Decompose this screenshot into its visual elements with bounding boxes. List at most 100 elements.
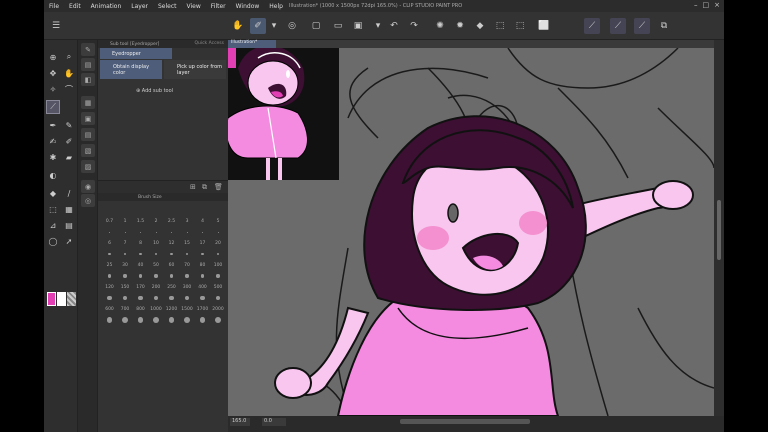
fill-icon[interactable]: ◆	[472, 18, 488, 34]
subtool-item-eyedropper[interactable]: Eyedropper	[100, 48, 172, 59]
copy-icon[interactable]: ⧉	[202, 183, 207, 192]
external-link-icon[interactable]: ⧉	[656, 18, 672, 34]
zoom-icon[interactable]: ⊕	[46, 50, 60, 64]
brush-size-preset[interactable]	[107, 295, 112, 301]
brush-size-preset[interactable]	[107, 274, 112, 278]
transparent-color-swatch[interactable]	[67, 292, 76, 306]
navigator-preview[interactable]	[228, 48, 339, 180]
brush-size-preset[interactable]	[169, 274, 174, 278]
brush-size-preset[interactable]	[185, 274, 189, 278]
tab-icon-6[interactable]: ▤	[81, 128, 95, 141]
pick-from-layer-option[interactable]: Pick up color from layer	[164, 60, 226, 79]
menu-layer[interactable]: Layer	[126, 3, 153, 10]
brush-size-preset[interactable]	[184, 295, 190, 301]
magic-wand-icon[interactable]: ✧	[46, 82, 60, 96]
crop-icon[interactable]: ⬜	[536, 18, 552, 34]
brush-size-preset[interactable]	[217, 231, 219, 233]
obtain-display-color-option[interactable]: Obtain display color	[100, 60, 162, 79]
brush-size-preset[interactable]	[168, 317, 175, 323]
brush-size-preset[interactable]	[153, 317, 159, 323]
menu-edit[interactable]: Edit	[64, 3, 86, 10]
save-icon[interactable]: ▣	[350, 18, 366, 34]
brush-size-preset[interactable]	[171, 231, 172, 233]
brush-size-preset[interactable]	[123, 274, 127, 278]
brush-size-preset[interactable]	[200, 274, 205, 278]
tab-icon-10[interactable]: ◎	[81, 194, 95, 207]
menu-animation[interactable]: Animation	[86, 3, 127, 10]
pen-icon[interactable]: ✒	[46, 118, 60, 132]
figure-icon[interactable]: ⬚	[46, 202, 60, 216]
brush-size-preset[interactable]	[108, 252, 111, 256]
brush-size-preset[interactable]	[215, 295, 221, 301]
hand-icon[interactable]: ✋	[230, 18, 246, 34]
mask-icon[interactable]: ◎	[284, 18, 300, 34]
brush-size-preset[interactable]	[186, 231, 188, 233]
scroll-thumb[interactable]	[717, 200, 721, 260]
brush-size-preset[interactable]	[109, 231, 110, 233]
brush-size-preset[interactable]	[138, 295, 143, 301]
brush-size-preset[interactable]	[154, 274, 158, 278]
horizontal-scrollbar[interactable]	[400, 419, 530, 424]
brush-size-preset[interactable]	[137, 317, 144, 323]
rotation-field[interactable]: 0.0	[262, 418, 286, 426]
clip-tool-icon[interactable]: ✐	[250, 18, 266, 34]
brush-size-preset[interactable]	[122, 295, 128, 301]
undo-icon[interactable]: ↶	[386, 18, 402, 34]
delete-icon[interactable]: 🗑	[214, 183, 223, 191]
brush-size-preset[interactable]	[123, 252, 127, 256]
deselect-icon[interactable]: ⬚	[512, 18, 528, 34]
pencil-icon[interactable]: ✎	[62, 118, 76, 132]
brush-size-preset[interactable]	[216, 274, 220, 278]
brush-size-preset[interactable]	[155, 231, 157, 233]
select-all-icon[interactable]: ⬚	[492, 18, 508, 34]
brush-size-preset[interactable]	[200, 295, 205, 301]
brush-preset-1-icon[interactable]: ⟋	[584, 18, 600, 34]
brush-size-preset[interactable]	[153, 295, 159, 301]
chevron-down-icon[interactable]: ▾	[266, 18, 282, 34]
new-file-icon[interactable]: ▢	[308, 18, 324, 34]
transform-icon[interactable]: ✹	[452, 18, 468, 34]
add-subtool-button[interactable]: ⊕ Add sub tool	[136, 88, 173, 94]
brush-size-preset[interactable]	[124, 231, 126, 233]
gradient-icon[interactable]: ∕	[62, 186, 76, 200]
brush-size-preset[interactable]	[154, 252, 158, 256]
search-icon[interactable]: ⌕	[62, 50, 76, 64]
menu-window[interactable]: Window	[231, 3, 265, 10]
text-icon[interactable]: ◯	[46, 234, 60, 248]
brush-preset-2-icon[interactable]: ⟋	[610, 18, 626, 34]
ruler-icon[interactable]: ▤	[62, 218, 76, 232]
brush-size-preset[interactable]	[185, 252, 189, 256]
menu-file[interactable]: File	[44, 3, 64, 10]
brush-size-preset[interactable]	[184, 317, 190, 323]
tab-icon-7[interactable]: ▧	[81, 144, 95, 157]
blend-icon[interactable]: ◐	[46, 168, 60, 182]
fill-tool-icon[interactable]: ◆	[46, 186, 60, 200]
sub-color-swatch[interactable]	[57, 292, 66, 306]
menu-help[interactable]: Help	[264, 3, 288, 10]
close-icon[interactable]: ×	[714, 1, 720, 9]
add-icon[interactable]: ⊞	[190, 183, 196, 191]
brush-preset-3-icon[interactable]: ⟋	[634, 18, 650, 34]
menu-select[interactable]: Select	[153, 3, 182, 10]
hand-tool-icon[interactable]: ✋	[62, 66, 76, 80]
dropdown-icon[interactable]: ▾	[370, 18, 386, 34]
menu-view[interactable]: View	[182, 3, 206, 10]
brush-size-preset[interactable]	[199, 317, 206, 323]
brush-size-preset[interactable]	[169, 295, 174, 301]
brush-size-preset[interactable]	[201, 252, 204, 256]
brush-size-preset[interactable]	[216, 252, 220, 256]
brush-size-preset[interactable]	[202, 231, 203, 233]
settings-icon[interactable]: ✺	[432, 18, 448, 34]
brush-size-preset[interactable]	[140, 231, 141, 233]
brush-icon[interactable]: ✍	[46, 134, 60, 148]
tab-icon-1[interactable]: ✎	[81, 43, 95, 56]
brush-size-preset[interactable]	[122, 317, 128, 323]
main-color-swatch[interactable]	[47, 292, 56, 306]
brush-size-preset[interactable]	[139, 252, 142, 256]
move-icon[interactable]: ✥	[46, 66, 60, 80]
tab-icon-5[interactable]: ▣	[81, 112, 95, 125]
tab-icon-2[interactable]: ▤	[81, 58, 95, 71]
eraser-icon[interactable]: ▰	[62, 150, 76, 164]
eyedropper-icon[interactable]: ⟋	[46, 100, 60, 114]
balloon-icon[interactable]: ➚	[62, 234, 76, 248]
